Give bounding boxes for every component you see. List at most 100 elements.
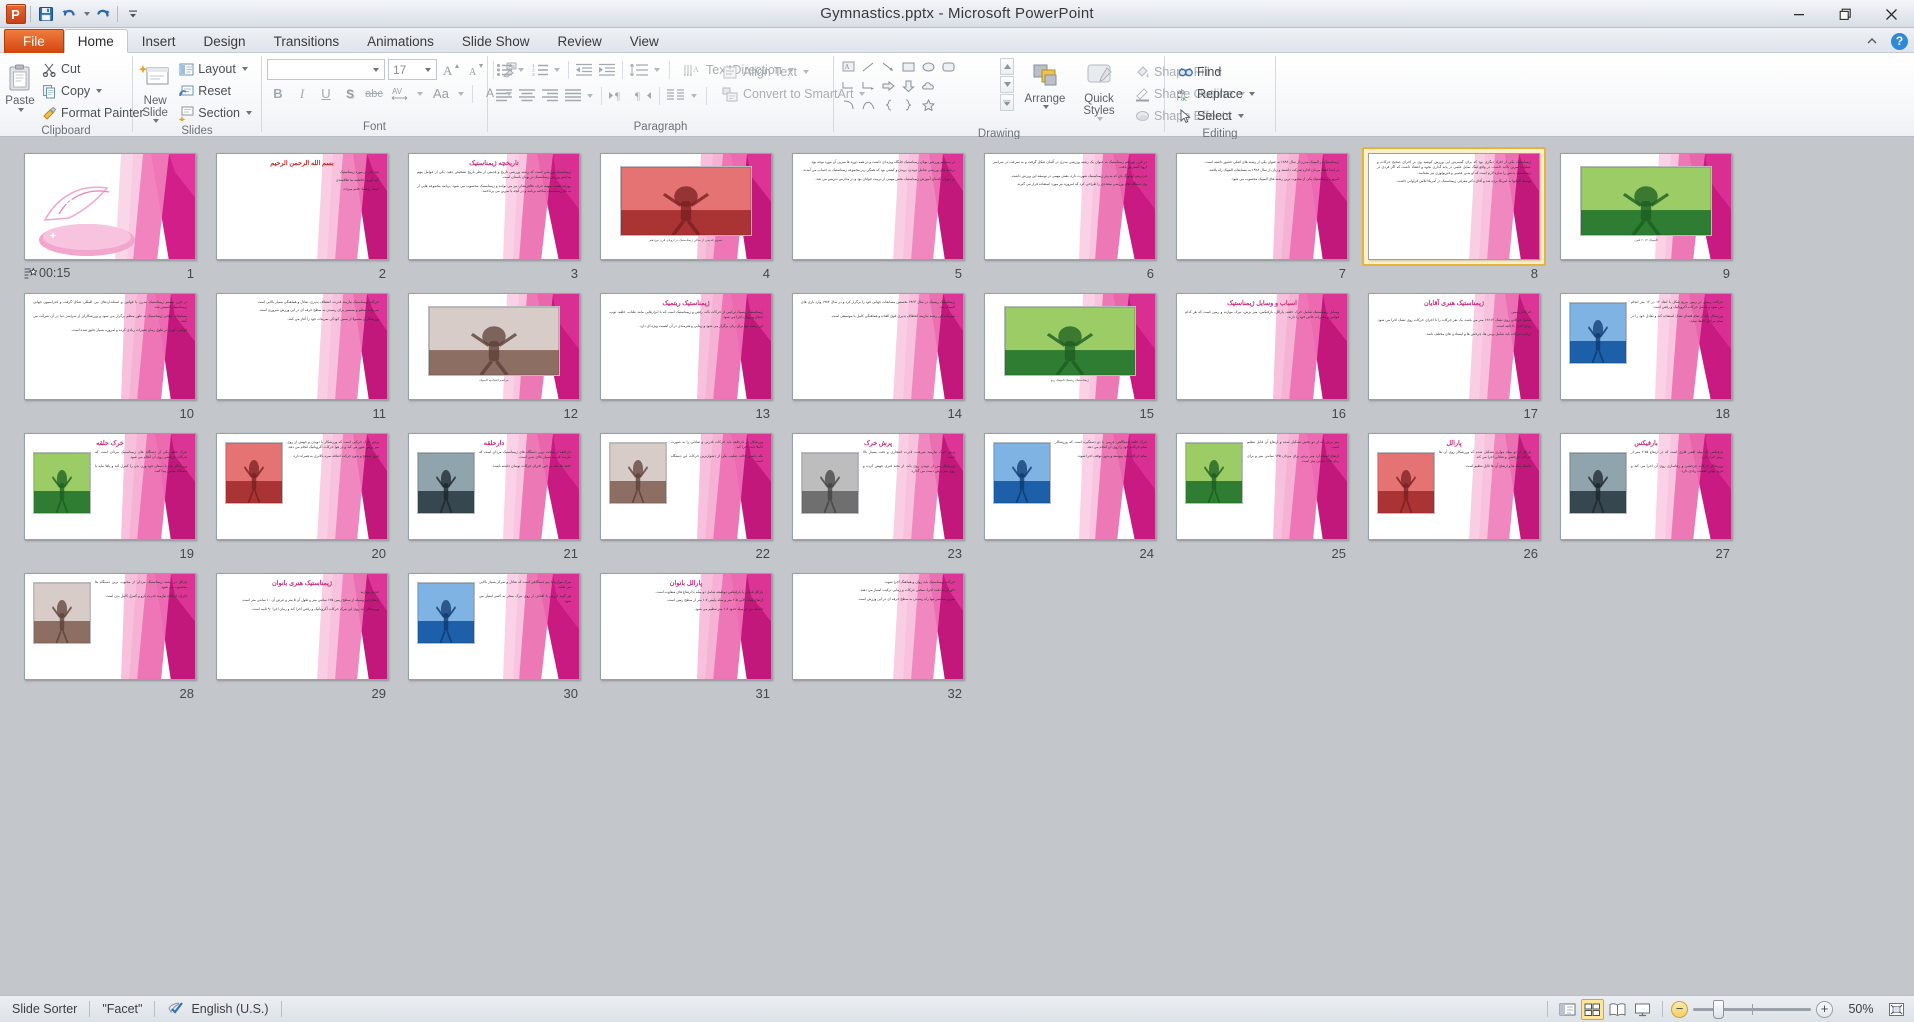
- slide-thumbnail[interactable]: ژیمناستیک در المپیک مدرن از سال ۱۸۹۶ به …: [1170, 147, 1354, 266]
- slide-thumbnail[interactable]: در قرن نوزدهم ژیمناستیک به عنوان یک رشته…: [978, 147, 1162, 266]
- powerpoint-logo-button[interactable]: P: [4, 3, 27, 25]
- slide-thumbnail[interactable]: مراسم افتتاحیه المپیک: [402, 287, 586, 406]
- fit-to-window-button[interactable]: [1885, 999, 1908, 1020]
- slide-cell[interactable]: حرکات ژیمناستیک باید روان و هماهنگ اجرا …: [784, 567, 972, 701]
- slide-cell[interactable]: در سیستم ورزشی یونان ژیمناستیک جایگاه وی…: [784, 147, 972, 281]
- right-to-left-button[interactable]: ¶: [631, 85, 655, 106]
- zoom-track[interactable]: [1693, 999, 1811, 1019]
- layout-button[interactable]: Layout: [174, 58, 256, 80]
- slide-cell[interactable]: میز پرش که از دو بخش تشکیل شده و ارتفاع …: [1168, 427, 1356, 561]
- new-slide-button[interactable]: New Slide: [138, 60, 172, 123]
- cut-button[interactable]: Cut: [37, 58, 148, 80]
- slide-thumbnail[interactable]: ژیمناستیک ریتمیک ژیمناستیک ریتمیک ترکیبی …: [594, 287, 778, 406]
- slide-thumbnail-canvas[interactable]: در قرن بیستم ژیمناستیک مدرن با قوانین و …: [24, 293, 196, 400]
- slide-cell[interactable]: دارحلقه دارحلقه از سخت ترین دستگاه های ژی…: [400, 427, 588, 561]
- italic-button[interactable]: I: [291, 83, 313, 104]
- bold-button[interactable]: B: [267, 83, 289, 104]
- shape-textbox[interactable]: A: [839, 58, 858, 76]
- zoom-level-label[interactable]: 50%: [1841, 999, 1885, 1020]
- zoom-out-button[interactable]: −: [1671, 1000, 1688, 1018]
- slide-thumbnail-canvas[interactable]: تیرک موازنه یا بیم دستگاهی است که تعادل …: [408, 573, 580, 680]
- view-name-status[interactable]: Slide Sorter: [0, 999, 89, 1020]
- slide-thumbnail-canvas[interactable]: خرک حلقه دستگاهی چرمی با دو دستگیره است …: [984, 433, 1156, 540]
- shape-cloud[interactable]: [919, 77, 938, 95]
- shapes-scroll-down-button[interactable]: [1000, 76, 1014, 93]
- slide-thumbnail-canvas[interactable]: ژیمناستیک در المپیک مدرن از سال ۱۸۹۶ به …: [1176, 153, 1348, 260]
- slide-cell[interactable]: ژیمناستیک یکی از افراد دیگری بود که برای…: [1360, 147, 1548, 281]
- find-button[interactable]: Find: [1173, 61, 1225, 83]
- close-button[interactable]: [1868, 0, 1914, 28]
- minimize-button[interactable]: [1776, 0, 1822, 28]
- slide-thumbnail-canvas[interactable]: در قرن نوزدهم ژیمناستیک به عنوان یک رشته…: [984, 153, 1156, 260]
- zoom-in-button[interactable]: +: [1816, 1000, 1833, 1018]
- slide-thumbnail[interactable]: خرک حلقه خرک حلقه یکی از دستگاه های ژیمنا…: [18, 427, 202, 546]
- slide-cell[interactable]: پرش خرک پرش خرک نیازمند سرعت، قدرت انفجار…: [784, 427, 972, 561]
- slide-thumbnail-canvas[interactable]: پارالل پارالل از دو میله موازی تشکیل شده …: [1368, 433, 1540, 540]
- slide-thumbnail[interactable]: پرش خرک حرکتی است که ورزشکار با دویدن و …: [210, 427, 394, 546]
- slide-thumbnail-canvas[interactable]: در سیستم ورزشی یونان ژیمناستیک جایگاه وی…: [792, 153, 964, 260]
- restore-button[interactable]: [1822, 0, 1868, 28]
- slide-thumbnail[interactable]: ژیمناستیک ریتمیک المپیک ریو: [978, 287, 1162, 406]
- tab-transitions[interactable]: Transitions: [260, 29, 354, 53]
- increase-font-size-button[interactable]: A: [440, 59, 462, 80]
- shape-down-arrow[interactable]: [899, 77, 918, 95]
- slide-cell[interactable]: پارالل بانوان پارالل نابرابر یا بارفیکس د…: [592, 567, 780, 701]
- text-shadow-button[interactable]: S: [339, 83, 361, 104]
- slide-thumbnail-canvas[interactable]: ژیمناستیک ریتمیک در سال ۱۹۶۳ نخستین مساب…: [792, 293, 964, 400]
- slide-cell[interactable]: حرکات ژیمناستیک نیازمند قدرت، انعطاف پذی…: [208, 287, 396, 421]
- tab-design[interactable]: Design: [190, 29, 260, 53]
- section-button[interactable]: Section: [174, 102, 256, 124]
- left-to-right-button[interactable]: ¶: [606, 85, 630, 106]
- shape-right-arrow[interactable]: [879, 77, 898, 95]
- shape-line[interactable]: [859, 58, 878, 76]
- shape-arc[interactable]: [839, 96, 858, 114]
- slide-thumbnail[interactable]: ژیمناستیک ریتمیک در سال ۱۹۶۳ نخستین مساب…: [786, 287, 970, 406]
- shape-ellipse[interactable]: [919, 58, 938, 76]
- slide-thumbnail-canvas[interactable]: بارفیکس بارفیکس یک میله افقی فلزی است که …: [1560, 433, 1732, 540]
- help-button[interactable]: ?: [1891, 32, 1908, 50]
- font-name-combo[interactable]: [267, 59, 385, 80]
- slide-thumbnail-canvas[interactable]: اسباب و وسایل ژیمناستیک وسایل ژیمناستیک ش…: [1176, 293, 1348, 400]
- slide-thumbnail[interactable]: در سیستم ورزشی یونان ژیمناستیک جایگاه وی…: [786, 147, 970, 266]
- paste-button[interactable]: Paste: [5, 60, 35, 112]
- tab-review[interactable]: Review: [543, 29, 615, 53]
- slide-cell[interactable]: اسباب و وسایل ژیمناستیک وسایل ژیمناستیک ش…: [1168, 287, 1356, 421]
- slide-cell[interactable]: پارالل در رشته ژیمناستیک مردان از محبوب …: [16, 567, 204, 701]
- select-button[interactable]: Select: [1173, 105, 1248, 127]
- slide-cell[interactable]: المپیک ۲۰۱۲ لندن 9: [1552, 147, 1740, 281]
- slide-cell[interactable]: حرکات زمینی در زمین مربع شکل با ابعاد ۱۲…: [1552, 287, 1740, 421]
- shape-right-brace[interactable]: [899, 96, 918, 114]
- quick-styles-button[interactable]: Quick Styles: [1072, 60, 1126, 121]
- replace-button[interactable]: ab ac Replace: [1173, 83, 1259, 105]
- shapes-gallery-scroll[interactable]: [1000, 58, 1014, 111]
- tab-slide-show[interactable]: Slide Show: [448, 29, 544, 53]
- slide-thumbnail[interactable]: المپیک ۲۰۱۲ لندن: [1554, 147, 1738, 266]
- slide-cell[interactable]: پرش خرک حرکتی است که ورزشکار با دویدن و …: [208, 427, 396, 561]
- font-size-dropdown[interactable]: [420, 60, 434, 79]
- slide-thumbnail-canvas[interactable]: ژیمناستیک هنری بانوان جدول موازنه ارتفاع ا…: [216, 573, 388, 680]
- slide-cell[interactable]: ژیمناستیک هنری بانوان جدول موازنه ارتفاع ا…: [208, 567, 396, 701]
- increase-indent-button[interactable]: [596, 60, 618, 81]
- format-painter-button[interactable]: Format Painter: [37, 102, 148, 124]
- normal-view-button[interactable]: [1556, 999, 1579, 1020]
- slide-cell[interactable]: ژیمناستیک در المپیک مدرن از سال ۱۸۹۶ به …: [1168, 147, 1356, 281]
- slide-timing[interactable]: 00:15: [24, 266, 70, 280]
- shape-rounded-rectangle[interactable]: [939, 58, 958, 76]
- numbering-button[interactable]: 123: [529, 60, 551, 81]
- slide-thumbnail[interactable]: میز پرش که از دو بخش تشکیل شده و ارتفاع …: [1170, 427, 1354, 546]
- slide-thumbnail-canvas[interactable]: المپیک ۲۰۱۲ لندن: [1560, 153, 1732, 260]
- change-case-button[interactable]: Aa: [428, 83, 454, 104]
- slide-thumbnail-canvas[interactable]: میز پرش که از دو بخش تشکیل شده و ارتفاع …: [1176, 433, 1348, 540]
- slide-thumbnail-canvas[interactable]: بسم الله الرحمن الرحيم چند خبر در مورد ژی…: [216, 153, 388, 260]
- slide-thumbnail[interactable]: تیرک موازنه یا بیم دستگاهی است که تعادل …: [402, 567, 586, 686]
- slide-cell[interactable]: خرک حلقه دستگاهی چرمی با دو دستگیره است …: [976, 427, 1164, 561]
- copy-button[interactable]: Copy: [37, 80, 148, 102]
- align-left-button[interactable]: [493, 85, 515, 106]
- slide-thumbnail[interactable]: ورزشکار در دارحلقه باید حرکات قدرتی و تع…: [594, 427, 778, 546]
- slide-thumbnail-canvas[interactable]: پارالل در رشته ژیمناستیک مردان از محبوب …: [24, 573, 196, 680]
- zoom-handle[interactable]: [1713, 999, 1724, 1019]
- zoom-slider[interactable]: − +: [1663, 999, 1841, 1019]
- slide-thumbnail[interactable]: [18, 147, 202, 266]
- slide-thumbnail[interactable]: ژیمناستیک هنری بانوان جدول موازنه ارتفاع ا…: [210, 567, 394, 686]
- align-right-button[interactable]: [539, 85, 561, 106]
